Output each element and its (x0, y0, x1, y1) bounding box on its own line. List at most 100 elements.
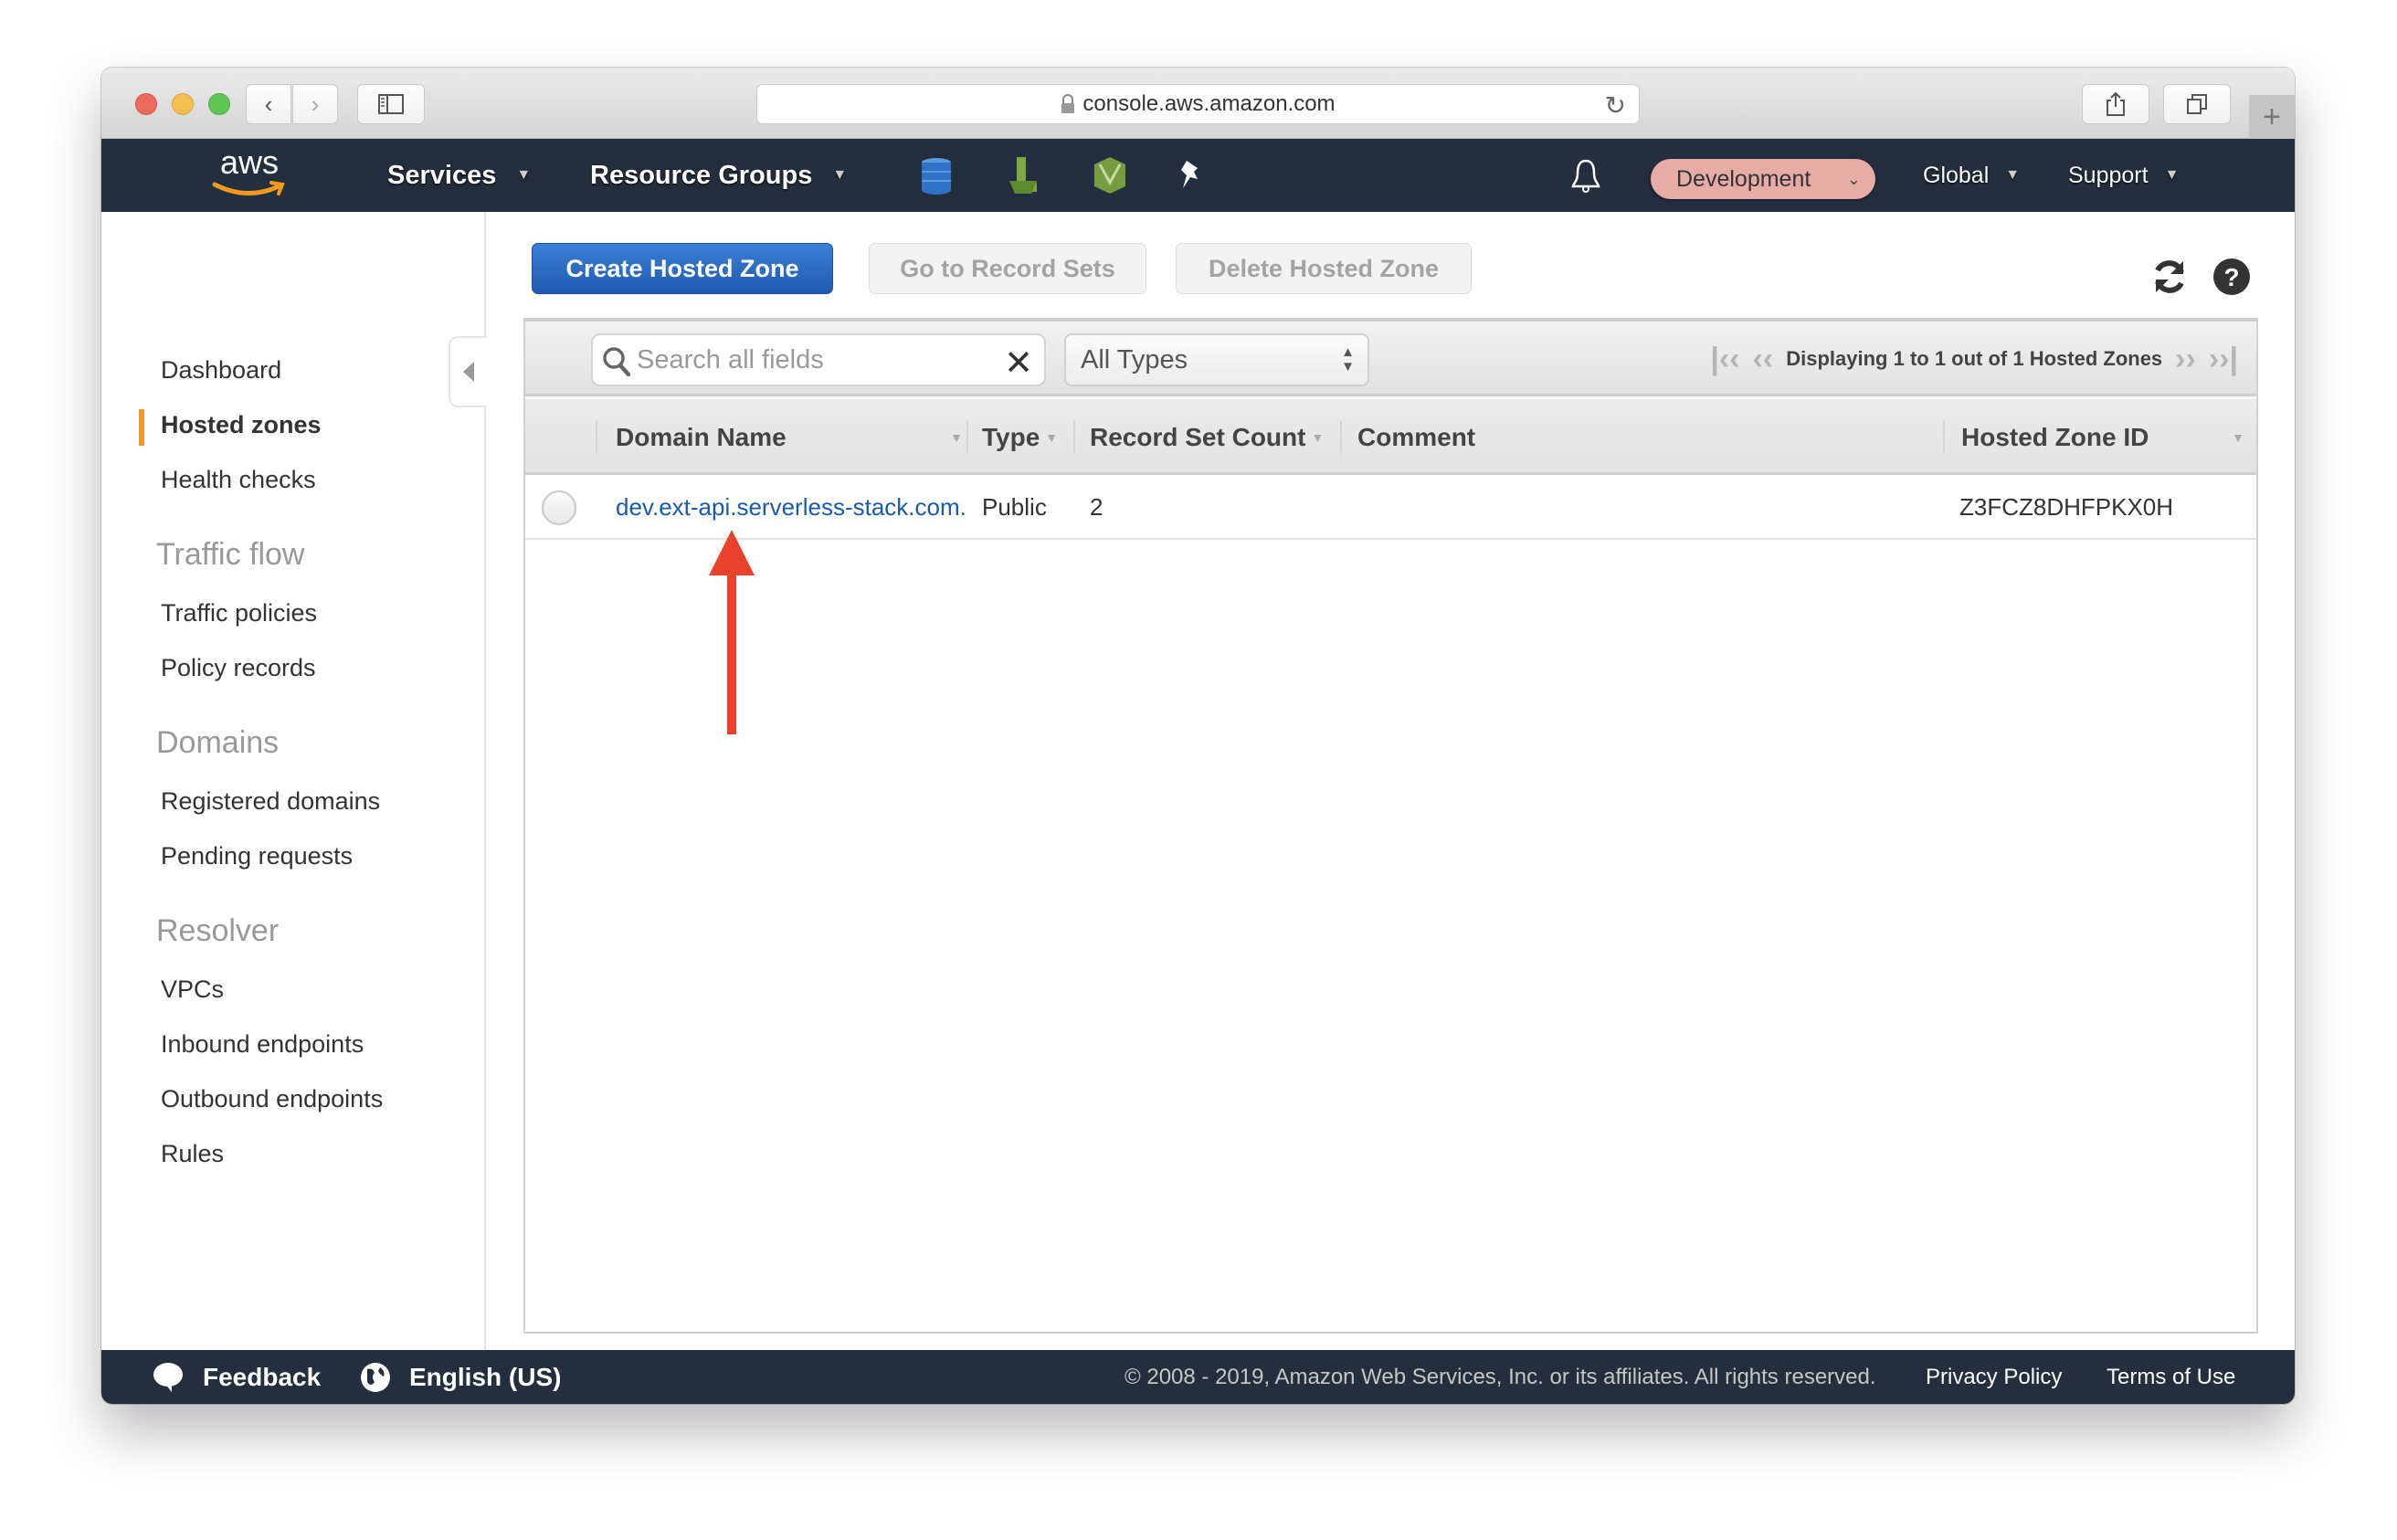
sidebar-toggle-button[interactable] (357, 84, 425, 124)
next-page-icon[interactable]: ›› (2175, 342, 2196, 377)
minimize-window-button[interactable] (172, 93, 194, 115)
first-page-icon[interactable]: |‹‹ (1710, 342, 1739, 377)
pagination: |‹‹ ‹‹ Displaying 1 to 1 out of 1 Hosted… (1710, 322, 2238, 396)
collapse-sidebar-button[interactable] (449, 336, 487, 407)
refresh-icon[interactable] (2150, 258, 2189, 296)
cloudformation-icon[interactable] (1093, 155, 1127, 195)
sidebar-heading-traffic-flow: Traffic flow (156, 537, 305, 572)
speech-bubble-icon (153, 1362, 183, 1392)
feedback-link[interactable]: Feedback (152, 1350, 321, 1404)
column-header-type[interactable]: Type ▼ (982, 399, 1058, 475)
type-filter-value: All Types (1081, 344, 1188, 374)
search-placeholder: Search all fields (637, 344, 824, 374)
search-input[interactable]: Search all fields ✕ (591, 333, 1046, 386)
aws-smile-icon (212, 181, 285, 196)
sidebar-item-health-checks[interactable]: Health checks (161, 466, 316, 494)
services-label: Services (387, 160, 497, 190)
sidebar-item-pending-requests[interactable]: Pending requests (161, 842, 353, 870)
column-divider (1943, 421, 1945, 454)
sort-icon: ▼ (2232, 429, 2244, 445)
type-filter-select[interactable]: All Types ▲ ▼ (1064, 333, 1369, 386)
tabs-overview-button[interactable] (2163, 84, 2231, 124)
clear-search-icon[interactable]: ✕ (1004, 343, 1033, 384)
table-row[interactable]: dev.ext-api.serverless-stack.com. Public… (525, 475, 2256, 540)
chevron-left-icon: ‹ (264, 90, 273, 118)
new-tab-button[interactable]: + (2249, 95, 2295, 139)
bell-icon[interactable] (1570, 157, 1601, 194)
chevron-right-icon: › (311, 90, 320, 118)
aws-logo[interactable]: aws (211, 144, 288, 205)
account-menu[interactable]: Development ⌄ (1651, 159, 1875, 199)
footer: Feedback English (US) © 2008 - 2019, Ama… (101, 1350, 2295, 1404)
column-header-domain-name[interactable]: Domain Name ▼ (616, 399, 963, 475)
sidebar-item-rules[interactable]: Rules (161, 1140, 224, 1168)
row-select-radio[interactable] (542, 490, 576, 525)
reload-icon[interactable]: ↻ (1605, 90, 1626, 121)
column-header-hosted-zone-id[interactable]: Hosted Zone ID ▼ (1961, 399, 2244, 475)
sidebar-icon (378, 94, 404, 114)
sidebar-item-registered-domains[interactable]: Registered domains (161, 787, 380, 816)
previous-page-icon[interactable]: ‹‹ (1753, 342, 1774, 377)
red-arrow-annotation (709, 530, 755, 734)
column-label: Record Set Count (1090, 422, 1306, 451)
globe-icon (361, 1362, 390, 1392)
support-menu[interactable]: Support ▼ (2068, 139, 2179, 212)
pin-icon[interactable] (1177, 159, 1205, 192)
plus-icon: + (2263, 99, 2281, 134)
dynamodb-icon[interactable] (918, 157, 955, 195)
lock-icon (1061, 94, 1075, 113)
select-arrows-icon: ▲ ▼ (1341, 344, 1355, 374)
pagination-text: Displaying 1 to 1 out of 1 Hosted Zones (1786, 347, 2163, 370)
arrow-head (709, 530, 755, 575)
hosted-zone-id-cell: Z3FCZ8DHFPKX0H (1959, 493, 2174, 521)
sort-icon: ▼ (1311, 429, 1325, 445)
sidebar-item-dashboard[interactable]: Dashboard (161, 356, 281, 385)
zoom-window-button[interactable] (208, 93, 230, 115)
sidebar-item-outbound-endpoints[interactable]: Outbound endpoints (161, 1085, 383, 1113)
go-to-record-sets-button[interactable]: Go to Record Sets (869, 243, 1146, 294)
back-button[interactable]: ‹ (246, 84, 291, 124)
column-header-record-set-count[interactable]: Record Set Count ▼ (1090, 399, 1324, 475)
services-menu[interactable]: Services ▼ (387, 139, 531, 212)
tabs-icon (2187, 94, 2207, 114)
sidebar-item-hosted-zones[interactable]: Hosted zones (161, 411, 322, 439)
aws-top-nav: aws Services ▼ Resource Groups ▼ Develop… (101, 139, 2295, 212)
column-label: Comment (1357, 422, 1476, 451)
browser-titlebar: ‹ › console.aws.amazon.com ↻ + (101, 68, 2295, 139)
hosted-zones-table: Search all fields ✕ All Types ▲ ▼ |‹‹ ‹‹ … (523, 318, 2258, 1334)
sidebar-item-inbound-endpoints[interactable]: Inbound endpoints (161, 1030, 364, 1059)
copyright-text: © 2008 - 2019, Amazon Web Services, Inc.… (1125, 1364, 1876, 1389)
last-page-icon[interactable]: ››| (2209, 342, 2238, 377)
elastic-beanstalk-icon[interactable] (1006, 155, 1040, 195)
share-button[interactable] (2082, 84, 2149, 124)
sort-icon: ▼ (950, 429, 963, 445)
record-set-count-cell: 2 (1090, 493, 1103, 521)
resource-groups-menu[interactable]: Resource Groups ▼ (590, 139, 847, 212)
sidebar-heading-domains: Domains (156, 725, 280, 760)
sidebar-item-policy-records[interactable]: Policy records (161, 654, 316, 682)
region-menu[interactable]: Global ▼ (1923, 139, 2020, 212)
active-indicator (139, 409, 144, 446)
sidebar-item-traffic-policies[interactable]: Traffic policies (161, 599, 317, 628)
column-label: Type (982, 422, 1040, 451)
domain-name-link[interactable]: dev.ext-api.serverless-stack.com. (616, 475, 966, 540)
column-label: Domain Name (616, 422, 787, 451)
column-divider (1340, 421, 1342, 454)
address-bar[interactable]: console.aws.amazon.com ↻ (756, 84, 1640, 124)
column-header-comment[interactable]: Comment (1357, 399, 1475, 475)
sort-icon: ▼ (1045, 429, 1059, 445)
close-window-button[interactable] (135, 93, 157, 115)
privacy-policy-link[interactable]: Privacy Policy (1926, 1350, 2062, 1404)
delete-hosted-zone-button[interactable]: Delete Hosted Zone (1176, 243, 1472, 294)
table-header: Domain Name ▼ Type ▼ Record Set Count ▼ … (525, 399, 2256, 475)
column-label: Hosted Zone ID (1961, 422, 2149, 451)
create-hosted-zone-button[interactable]: Create Hosted Zone (532, 243, 833, 294)
feedback-label: Feedback (203, 1362, 322, 1391)
sidebar-item-vpcs[interactable]: VPCs (161, 976, 224, 1004)
help-icon[interactable]: ? (2212, 258, 2251, 296)
chevron-down-icon: ▼ (2164, 167, 2180, 183)
language-selector[interactable]: English (US) (360, 1350, 561, 1404)
aws-logo-text: aws (219, 143, 280, 181)
terms-of-use-link[interactable]: Terms of Use (2107, 1350, 2235, 1404)
forward-button[interactable]: › (292, 84, 338, 124)
